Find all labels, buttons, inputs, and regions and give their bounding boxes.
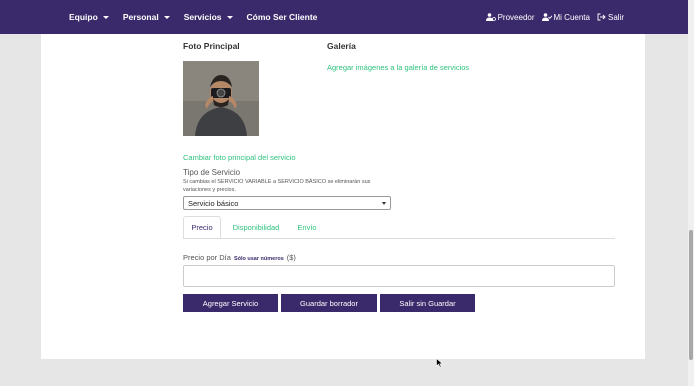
tab-envio-label: Envío — [297, 223, 317, 232]
price-unit: ($) — [286, 253, 296, 262]
nav-salir-label: Salir — [607, 12, 624, 22]
galeria-title: Galería — [327, 41, 356, 51]
tipo-servicio-value: Servicio básico — [188, 198, 239, 208]
nav-como-ser-cliente-label: Cómo Ser Cliente — [246, 12, 318, 22]
photographer-image — [183, 61, 259, 136]
save-draft-button[interactable]: Guardar borrador — [281, 294, 377, 312]
nav-como-ser-cliente[interactable]: Cómo Ser Cliente — [247, 12, 318, 22]
nav-left-menu: Equipo Personal Servicios Cómo Ser Clien… — [69, 0, 331, 34]
tipo-servicio-select[interactable]: Servicio básico — [183, 196, 391, 210]
price-input[interactable] — [183, 265, 615, 287]
user-cog-icon — [485, 13, 496, 21]
precio-por-dia-label: Precio por Día Sólo usar números ($) — [183, 253, 296, 262]
tipo-servicio-label: Tipo de Servicio — [183, 168, 241, 177]
tab-precio[interactable]: Precio — [183, 216, 221, 239]
tabs-divider — [183, 238, 615, 239]
page-scrollbar[interactable] — [688, 0, 694, 386]
dropdown-arrow-icon — [382, 202, 386, 205]
nav-right-menu: Proveedor Mi Cuenta Salir — [479, 0, 624, 34]
add-gallery-images-link[interactable]: Agregar imágenes a la galería de servici… — [327, 63, 469, 72]
tab-disponibilidad-label: Disponibilidad — [232, 223, 280, 232]
user-check-icon — [541, 13, 552, 21]
nav-salir[interactable]: Salir — [597, 13, 624, 22]
exit-without-saving-label: Salir sin Guardar — [399, 298, 456, 308]
nav-mi-cuenta-label: Mi Cuenta — [553, 12, 590, 22]
nav-proveedor-label: Proveedor — [497, 12, 535, 22]
tab-envio[interactable]: Envío — [292, 216, 322, 239]
change-main-photo-link[interactable]: Cambiar foto principal del servicio — [183, 153, 296, 162]
top-navbar: Equipo Personal Servicios Cómo Ser Clien… — [0, 0, 688, 34]
nav-servicios-label: Servicios — [183, 12, 222, 22]
nav-personal-label: Personal — [122, 12, 159, 22]
scrollbar-thumb[interactable] — [689, 230, 693, 360]
mouse-cursor-icon — [436, 358, 444, 368]
tab-precio-label: Precio — [191, 223, 213, 232]
nav-mi-cuenta[interactable]: Mi Cuenta — [541, 12, 590, 22]
add-service-label: Agregar Servicio — [202, 298, 259, 308]
price-label-text: Precio por Día — [183, 253, 231, 262]
add-service-button[interactable]: Agregar Servicio — [183, 294, 278, 312]
price-hint: Sólo usar números — [233, 256, 284, 262]
nav-equipo[interactable]: Equipo — [69, 12, 109, 22]
sign-out-icon — [597, 13, 606, 21]
nav-proveedor[interactable]: Proveedor — [485, 12, 535, 22]
chevron-down-icon — [226, 15, 233, 19]
foto-principal-title: Foto Principal — [183, 41, 240, 51]
nav-personal[interactable]: Personal — [123, 12, 170, 22]
save-draft-label: Guardar borrador — [300, 298, 358, 308]
chevron-down-icon — [102, 15, 109, 19]
tab-disponibilidad[interactable]: Disponibilidad — [226, 216, 286, 239]
nav-equipo-label: Equipo — [69, 12, 98, 22]
tipo-servicio-note: Si cambias el SERVICIO VARIABLE a SERVIC… — [183, 179, 371, 193]
main-service-photo — [183, 61, 259, 136]
exit-without-saving-button[interactable]: Salir sin Guardar — [380, 294, 475, 312]
chevron-down-icon — [163, 15, 170, 19]
nav-servicios[interactable]: Servicios — [184, 12, 233, 22]
